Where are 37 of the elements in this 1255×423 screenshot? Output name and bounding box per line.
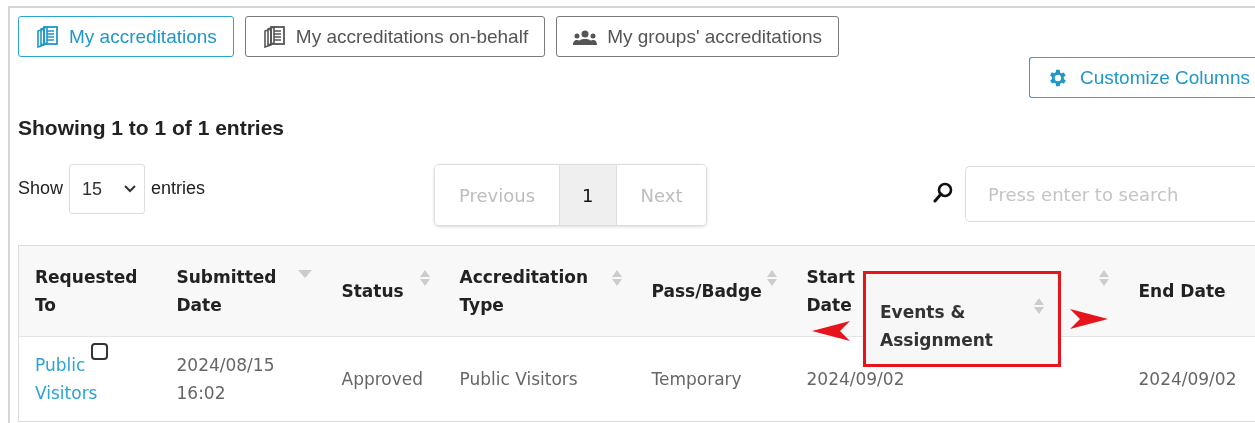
documents-icon bbox=[35, 25, 59, 48]
column-label: Start Date bbox=[806, 266, 856, 317]
arrow-icon bbox=[812, 321, 850, 341]
group-icon bbox=[573, 28, 598, 45]
column-label: Submitted Date bbox=[176, 266, 278, 317]
tab[interactable]: My accreditations on-behalf bbox=[244, 16, 546, 57]
page-length-select[interactable]: 15 bbox=[69, 164, 146, 214]
column-label: Accreditation Type bbox=[459, 266, 590, 317]
sort-icon[interactable] bbox=[1034, 298, 1044, 314]
table-cell: 2024/09/02 bbox=[1138, 369, 1237, 389]
sort-icon[interactable] bbox=[1098, 270, 1109, 286]
tab[interactable]: My groups' accreditations bbox=[556, 16, 840, 57]
dragged-column-header[interactable]: Events & Assignment bbox=[863, 271, 1061, 367]
sort-descending-icon[interactable] bbox=[297, 270, 312, 278]
column-label: End Date bbox=[1138, 280, 1227, 303]
table-cell: Public Visitors bbox=[459, 369, 578, 389]
chevron-down-icon bbox=[124, 185, 137, 193]
arrow-icon bbox=[1070, 309, 1108, 329]
column-label: Requested To bbox=[35, 266, 139, 317]
checkbox[interactable] bbox=[91, 343, 108, 360]
show-label: Show bbox=[18, 177, 64, 199]
page-button[interactable]: 1 bbox=[559, 165, 616, 225]
search-field[interactable]: Press enter to search bbox=[965, 166, 1255, 222]
sort-icon[interactable] bbox=[766, 270, 777, 286]
sort-icon[interactable] bbox=[611, 270, 622, 286]
entries-label: entries bbox=[151, 177, 206, 199]
documents-icon bbox=[261, 25, 286, 48]
table-cell: 2024/09/02 bbox=[806, 369, 905, 389]
column-label: Events & Assignment bbox=[880, 302, 993, 350]
column-label: Pass/Badge bbox=[651, 280, 763, 303]
sort-icon[interactable] bbox=[419, 270, 430, 286]
table-cell: Approved bbox=[341, 369, 424, 389]
table-cell: 2024/08/15 16:02 bbox=[176, 355, 275, 403]
search-icon bbox=[933, 182, 953, 204]
table-cell: Temporary bbox=[651, 369, 742, 389]
column-label: Status bbox=[341, 280, 405, 303]
entries-summary: Showing 1 to 1 of 1 entries bbox=[18, 116, 286, 140]
